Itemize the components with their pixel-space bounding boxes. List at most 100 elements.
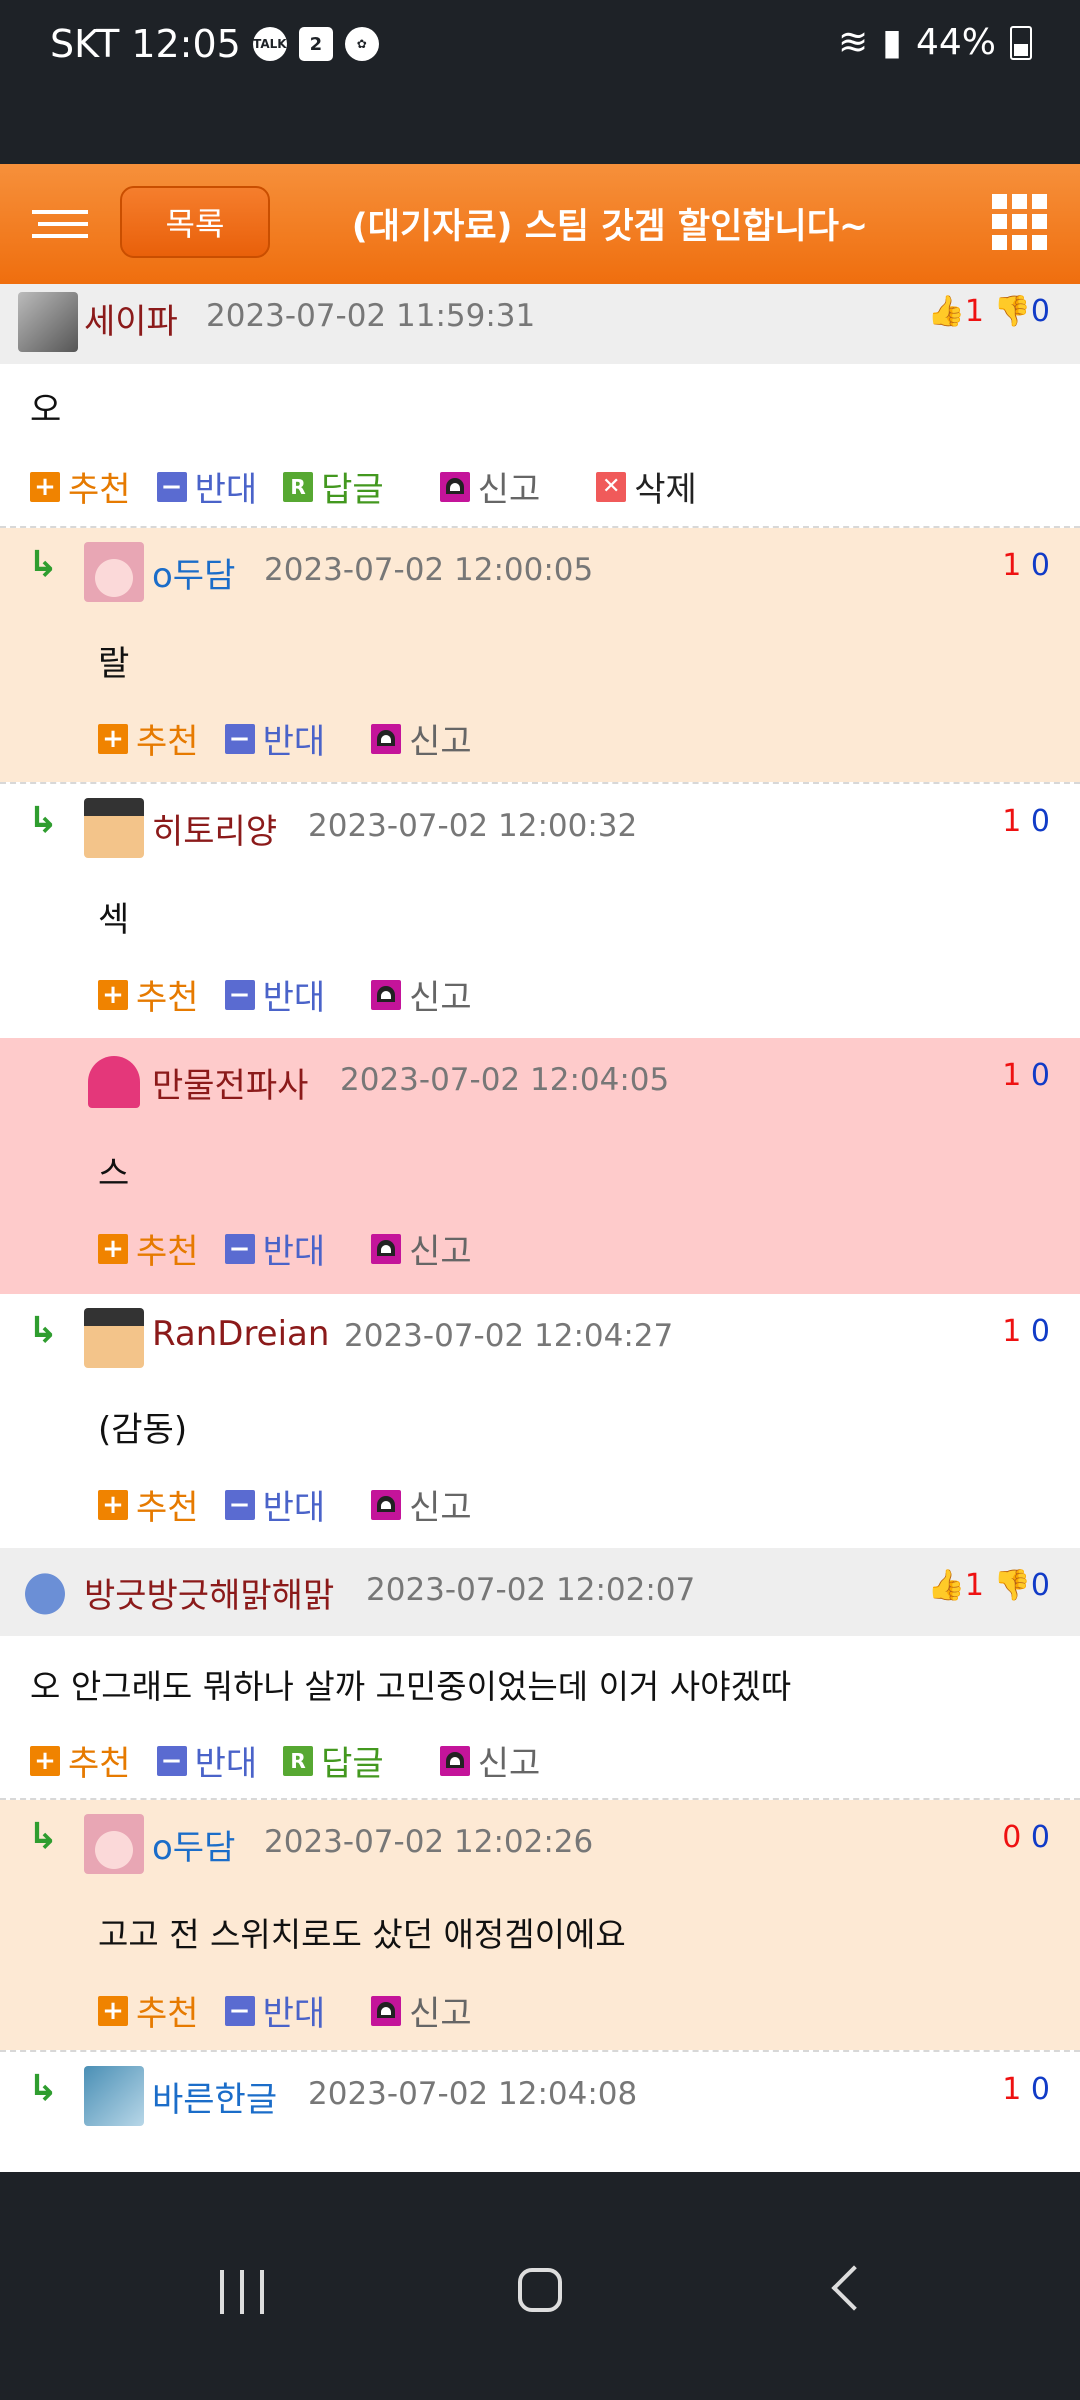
comment-text: 스: [98, 1154, 130, 1194]
battery-icon: [1010, 25, 1032, 60]
status-right: ≋ ▮ 44%: [838, 22, 1032, 63]
username[interactable]: o두담: [152, 548, 235, 597]
vote-counts: 1 0: [1002, 1058, 1050, 1093]
reply-item: ↳ RanDreian 2023-07-02 12:04:27 1 0 (감동)…: [0, 1294, 1080, 1548]
username[interactable]: 바른한글: [152, 2072, 277, 2121]
ghost-avatar[interactable]: [88, 1056, 140, 1108]
minus-icon: −: [156, 471, 187, 502]
comment-date: 2023-07-02 12:02:07: [366, 1572, 696, 1608]
delete-button[interactable]: ✕ 삭제: [596, 462, 697, 511]
comment-date: 2023-07-02 12:00:05: [264, 552, 594, 588]
thumbs-up-icon[interactable]: 👍: [928, 294, 965, 329]
siren-icon: [371, 723, 402, 754]
report-button[interactable]: 신고: [371, 714, 472, 763]
vote-counts: 1 0: [1002, 1314, 1050, 1349]
comment-item: 세이파 2023-07-02 11:59:31 👍1 👎0 오 + 추천 − 반대 …: [0, 284, 1080, 526]
minus-icon: −: [224, 723, 255, 754]
reply-button[interactable]: R 답글: [283, 1736, 384, 1785]
kakaotalk-icon: TALK: [252, 27, 287, 61]
downvote-button[interactable]: − 반대: [224, 1986, 325, 2035]
comment-text: 오 안그래도 뭐하나 살까 고민중이었는데 이거 사야겠따: [30, 1667, 792, 1706]
app-notification-icon: ✿: [344, 27, 379, 61]
vote-counts: 👍1 👎0: [927, 1568, 1050, 1603]
report-button[interactable]: 신고: [439, 1736, 540, 1785]
report-button[interactable]: 신고: [371, 1480, 472, 1529]
vote-counts: 1 0: [1002, 548, 1050, 583]
home-icon[interactable]: [518, 2268, 562, 2312]
minus-icon: −: [224, 1995, 255, 2026]
avatar[interactable]: [84, 798, 144, 858]
thumbs-up-icon[interactable]: 👍: [928, 1568, 965, 1603]
downvote-button[interactable]: − 반대: [156, 462, 257, 511]
reply-arrow-icon: ↳: [28, 544, 59, 585]
report-button[interactable]: 신고: [371, 1224, 472, 1273]
recent-apps-icon[interactable]: [220, 2270, 264, 2314]
reply-arrow-icon: ↳: [28, 1310, 59, 1351]
report-button[interactable]: 신고: [371, 1986, 472, 2035]
upvote-button[interactable]: + 추천: [98, 1986, 199, 2035]
back-icon[interactable]: [831, 2265, 877, 2311]
list-button[interactable]: 목록: [120, 186, 270, 258]
comment-actions: + 추천 − 반대 R 답글 신고: [30, 1736, 566, 1785]
username[interactable]: RanDreian: [152, 1314, 329, 1354]
upvote-button[interactable]: + 추천: [98, 1224, 199, 1273]
avatar[interactable]: [14, 1562, 76, 1620]
grid-menu-icon[interactable]: [992, 194, 1048, 250]
username[interactable]: 히토리양: [152, 804, 277, 853]
upvote-button[interactable]: + 추천: [98, 970, 199, 1019]
menu-icon[interactable]: [32, 210, 88, 240]
avatar[interactable]: [84, 1308, 144, 1368]
avatar[interactable]: [18, 292, 78, 352]
avatar[interactable]: [84, 542, 144, 602]
upvote-button[interactable]: + 추천: [30, 1736, 131, 1785]
siren-icon: [439, 1745, 470, 1776]
navigation-bar: [0, 2220, 1080, 2340]
signal-icon: ▮: [882, 22, 902, 63]
plus-icon: +: [30, 1745, 60, 1776]
downvote-button[interactable]: − 반대: [224, 714, 325, 763]
comment-date: 2023-07-02 11:59:31: [206, 298, 536, 334]
downvote-button[interactable]: − 반대: [224, 1480, 325, 1529]
upvote-button[interactable]: + 추천: [98, 1480, 199, 1529]
reply-item: 만물전파사 2023-07-02 12:04:05 1 0 스 + 추천 − 반대 …: [0, 1038, 1080, 1294]
minus-icon: −: [224, 1489, 255, 1520]
reply-icon: R: [283, 1745, 314, 1776]
downvote-button[interactable]: − 반대: [224, 1224, 325, 1273]
close-icon: ✕: [596, 471, 627, 502]
comment-date: 2023-07-02 12:04:05: [340, 1062, 670, 1098]
avatar[interactable]: [84, 1814, 144, 1874]
minus-icon: −: [224, 979, 255, 1010]
vote-counts: 1 0: [1002, 2072, 1050, 2107]
battery-label: 44%: [915, 22, 996, 63]
username[interactable]: 방긋방긋해맑해맑: [84, 1568, 334, 1617]
report-button[interactable]: 신고: [371, 970, 472, 1019]
siren-icon: [371, 1233, 402, 1264]
minus-icon: −: [156, 1745, 187, 1776]
comment-actions: + 추천 − 반대 신고: [98, 714, 498, 763]
upvote-button[interactable]: + 추천: [30, 462, 131, 511]
username[interactable]: 세이파: [84, 294, 178, 343]
reply-arrow-icon: ↳: [28, 800, 59, 841]
comment-date: 2023-07-02 12:02:26: [264, 1824, 594, 1860]
username[interactable]: 만물전파사: [152, 1058, 308, 1107]
siren-icon: [371, 979, 402, 1010]
report-button[interactable]: 신고: [439, 462, 540, 511]
thumbs-down-icon[interactable]: 👎: [994, 294, 1031, 329]
reply-button[interactable]: R 답글: [283, 462, 384, 511]
reply-item: ↳ 히토리양 2023-07-02 12:00:32 1 0 섹 + 추천 − 반대…: [0, 784, 1080, 1038]
downvote-button[interactable]: − 반대: [156, 1736, 257, 1785]
comment-text: 랄: [98, 644, 130, 684]
comment-text: 고고 전 스위치로도 샀던 애정겜이에요: [98, 1915, 626, 1954]
upvote-button[interactable]: + 추천: [98, 714, 199, 763]
page-title: (대기자료) 스팀 갓겜 할인합니다~: [351, 207, 869, 247]
thumbs-down-icon[interactable]: 👎: [994, 1568, 1031, 1603]
comment-actions: + 추천 − 반대 신고: [98, 970, 498, 1019]
plus-icon: +: [98, 1995, 128, 2026]
comment-date: 2023-07-02 12:04:27: [344, 1318, 674, 1354]
reply-icon: R: [283, 471, 314, 502]
avatar[interactable]: [84, 2066, 144, 2126]
downvote-button[interactable]: − 반대: [224, 970, 325, 1019]
username[interactable]: o두담: [152, 1820, 235, 1869]
siren-icon: [371, 1489, 402, 1520]
comment-item: 방긋방긋해맑해맑 2023-07-02 12:02:07 👍1 👎0 오 안그래…: [0, 1548, 1080, 1798]
